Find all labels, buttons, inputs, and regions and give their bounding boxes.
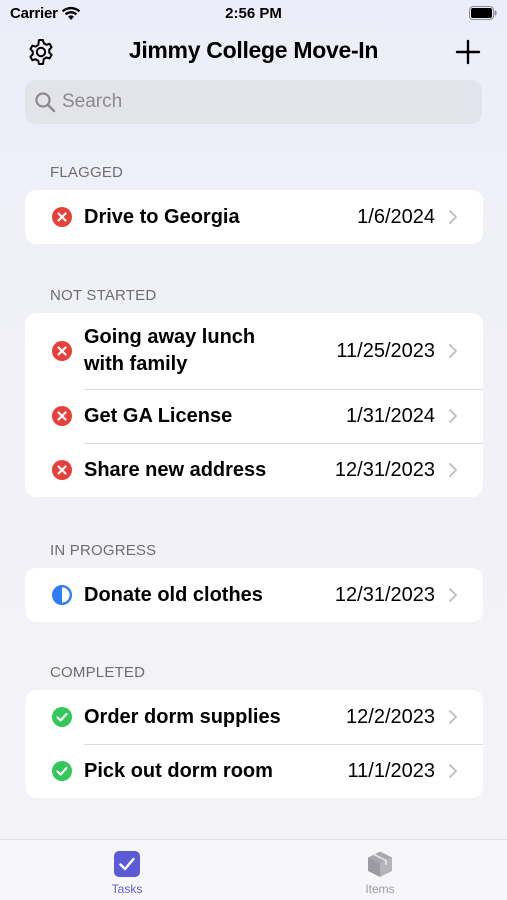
flagged-list: Drive to Georgia 1/6/2024 bbox=[25, 190, 483, 244]
section-header-flagged: FLAGGED bbox=[50, 164, 124, 181]
chevron-right-icon bbox=[449, 344, 457, 358]
task-row[interactable]: Get GA License 1/31/2024 bbox=[25, 389, 483, 443]
task-row[interactable]: Drive to Georgia 1/6/2024 bbox=[25, 190, 483, 244]
task-row[interactable]: Going away lunch with family 11/25/2023 bbox=[25, 313, 483, 389]
not-started-icon bbox=[52, 207, 72, 227]
checkbox-icon bbox=[114, 851, 140, 877]
battery-icon bbox=[469, 6, 497, 20]
tab-label: Items bbox=[365, 882, 395, 896]
task-date: 12/31/2023 bbox=[334, 583, 435, 606]
section-header-completed: COMPLETED bbox=[50, 664, 146, 681]
task-row[interactable]: Pick out dorm room 11/1/2023 bbox=[25, 744, 483, 798]
section-header-not-started: NOT STARTED bbox=[50, 287, 157, 304]
checkmark-circle-icon bbox=[52, 707, 72, 727]
status-time: 2:56 PM bbox=[225, 5, 282, 22]
search-input[interactable] bbox=[62, 91, 462, 113]
task-title: Share new address bbox=[84, 458, 267, 481]
chevron-right-icon bbox=[449, 764, 457, 778]
task-title: Drive to Georgia bbox=[84, 205, 240, 228]
task-row[interactable]: Order dorm supplies 12/2/2023 bbox=[25, 690, 483, 744]
not-started-icon bbox=[52, 460, 72, 480]
task-row[interactable]: Share new address 12/31/2023 bbox=[25, 443, 483, 497]
not-started-icon bbox=[52, 341, 72, 361]
box-icon bbox=[368, 851, 392, 877]
not-started-icon bbox=[52, 406, 72, 426]
task-title: Going away lunch with family bbox=[84, 326, 256, 375]
plus-icon[interactable] bbox=[455, 39, 481, 65]
half-circle-icon bbox=[52, 585, 72, 605]
task-date: 1/31/2024 bbox=[346, 404, 435, 427]
task-title: Pick out dorm room bbox=[84, 759, 273, 782]
section-header-in-progress: IN PROGRESS bbox=[50, 542, 157, 559]
tab-label: Tasks bbox=[111, 882, 143, 896]
task-date: 12/31/2023 bbox=[334, 458, 435, 481]
completed-list: Order dorm supplies 12/2/2023 Pick out d… bbox=[25, 690, 483, 798]
chevron-right-icon bbox=[449, 463, 457, 477]
task-title: Order dorm supplies bbox=[84, 705, 281, 728]
tab-tasks[interactable]: Tasks bbox=[87, 850, 167, 896]
tab-bar: Tasks Items bbox=[0, 839, 507, 900]
task-date: 1/6/2024 bbox=[357, 205, 435, 228]
status-bar: Carrier 2:56 PM bbox=[0, 0, 507, 28]
checkmark-circle-icon bbox=[52, 761, 72, 781]
chevron-right-icon bbox=[449, 588, 457, 602]
chevron-right-icon bbox=[449, 710, 457, 724]
task-title: Donate old clothes bbox=[84, 583, 263, 606]
tab-items[interactable]: Items bbox=[340, 850, 420, 896]
not-started-list: Going away lunch with family 11/25/2023 … bbox=[25, 313, 483, 497]
search-bar[interactable] bbox=[25, 80, 482, 124]
chevron-right-icon bbox=[449, 409, 457, 423]
in-progress-list: Donate old clothes 12/31/2023 bbox=[25, 568, 483, 622]
task-date: 12/2/2023 bbox=[346, 705, 435, 728]
task-row[interactable]: Donate old clothes 12/31/2023 bbox=[25, 568, 483, 622]
page-title: Jimmy College Move-In bbox=[128, 37, 379, 63]
task-date: 11/1/2023 bbox=[347, 759, 436, 782]
task-date: 11/25/2023 bbox=[336, 339, 435, 362]
chevron-right-icon bbox=[449, 210, 457, 224]
task-title: Get GA License bbox=[84, 404, 233, 427]
search-icon bbox=[35, 92, 56, 113]
